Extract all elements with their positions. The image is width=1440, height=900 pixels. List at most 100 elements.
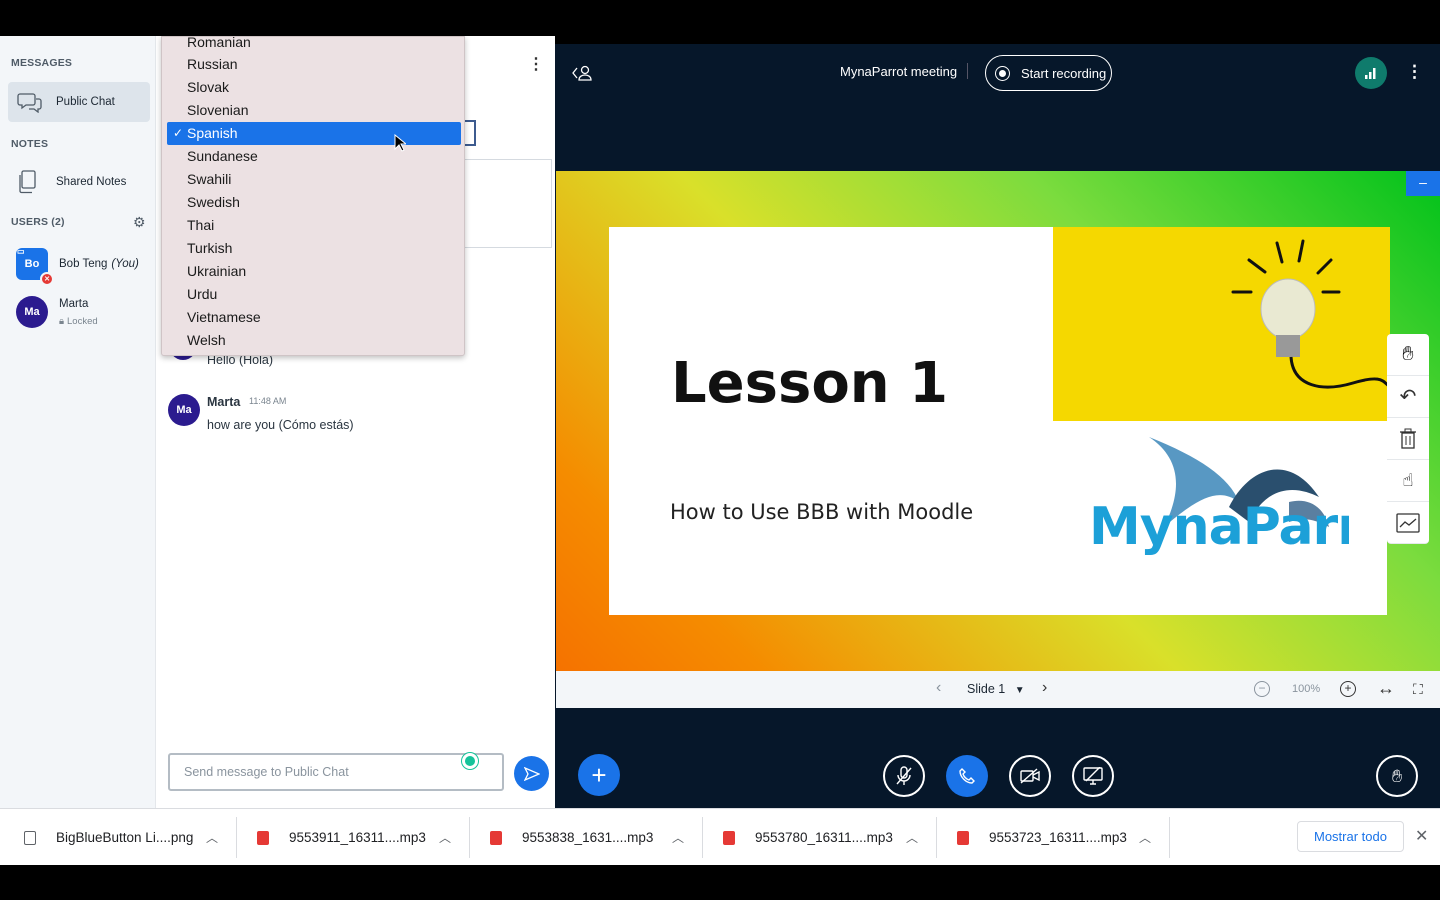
muted-mic-icon: ✕ xyxy=(40,272,54,286)
checkmark-icon: ✓ xyxy=(173,126,184,140)
mynaparrot-logo: MynaParrot xyxy=(1089,427,1349,587)
zoom-level: 100% xyxy=(1292,683,1321,695)
fit-to-width-button[interactable]: ↔ xyxy=(1377,678,1395,699)
messages-section-title: MESSAGES xyxy=(11,57,73,69)
chat-input-placeholder: Send message to Public Chat xyxy=(184,765,349,779)
chevron-up-icon[interactable]: ︿ xyxy=(439,829,451,846)
hand-icon: ✋︎ xyxy=(1402,343,1414,365)
download-item[interactable]: 9553838_1631....mp3 ︿ xyxy=(470,809,703,866)
language-option[interactable]: Romanian xyxy=(187,37,251,54)
chat-message-text: how are you (Cómo estás) xyxy=(207,418,354,432)
language-option-selected[interactable]: ✓ Spanish xyxy=(167,122,461,145)
slide-controls-bar: ‹ Slide 1 ▼ › − 100% + ↔ ⛶ xyxy=(556,671,1440,708)
slide-selector[interactable]: Slide 1 ▼ xyxy=(967,682,1025,696)
lock-icon: 🔒︎ xyxy=(59,316,65,327)
language-option[interactable]: Sundanese xyxy=(187,145,258,168)
download-filename: 9553911_16311....mp3 xyxy=(289,830,426,845)
start-recording-button[interactable]: Start recording xyxy=(985,55,1112,91)
language-option[interactable]: Vietnamese xyxy=(187,306,261,329)
avatar-initials: Ma xyxy=(24,306,40,318)
chevron-up-icon[interactable]: ︿ xyxy=(1139,829,1151,846)
user-list-toggle-icon[interactable] xyxy=(571,64,593,85)
download-item[interactable]: BigBlueButton Li....png ︿ xyxy=(0,809,237,866)
multi-user-whiteboard-button[interactable]: ☝︎ xyxy=(1387,460,1429,502)
download-item[interactable]: 9553780_16311....mp3 ︿ xyxy=(703,809,937,866)
user-status: Locked xyxy=(67,316,98,327)
leave-audio-button[interactable] xyxy=(946,755,988,797)
audio-file-icon xyxy=(490,830,502,845)
meeting-title: MynaParrot meeting xyxy=(840,64,958,79)
chevron-up-icon[interactable]: ︿ xyxy=(906,829,918,846)
zoom-out-button[interactable]: − xyxy=(1254,681,1270,697)
slide-image-lightbulb xyxy=(1053,227,1391,421)
slide: Lesson 1 How to Use BBB with Moodle Myna… xyxy=(609,227,1391,615)
fullscreen-button[interactable]: ⛶ xyxy=(1413,681,1423,698)
share-screen-button[interactable] xyxy=(1072,755,1114,797)
language-option[interactable]: Slovak xyxy=(187,76,229,99)
phone-icon xyxy=(959,768,975,784)
send-icon xyxy=(523,766,540,781)
user-name: Bob Teng xyxy=(59,258,108,270)
download-item[interactable]: 9553723_16311....mp3 ︿ xyxy=(937,809,1170,866)
public-chat-item[interactable]: Public Chat xyxy=(8,82,150,122)
grammarly-icon[interactable] xyxy=(462,753,478,769)
options-menu-icon[interactable]: ⋮ xyxy=(1406,62,1423,82)
language-option[interactable]: Swedish xyxy=(187,191,240,214)
pan-tool-button[interactable]: ✋︎ xyxy=(1387,334,1429,376)
avatar-initials: Ma xyxy=(176,404,192,416)
left-sidebar: MESSAGES Public Chat NOTES Shared Notes … xyxy=(0,36,156,808)
chart-line-icon xyxy=(1396,512,1420,533)
language-option[interactable]: Swahili xyxy=(187,168,231,191)
chevron-up-icon[interactable]: ︿ xyxy=(672,829,684,846)
share-webcam-button[interactable] xyxy=(1009,755,1051,797)
whiteboard-toggle-button[interactable] xyxy=(1387,502,1429,544)
browser-top-bar xyxy=(0,0,1440,36)
audio-file-icon xyxy=(723,830,735,845)
send-button[interactable] xyxy=(514,756,549,791)
chevron-up-icon[interactable]: ︿ xyxy=(206,829,218,846)
chat-input[interactable]: Send message to Public Chat xyxy=(168,753,504,791)
language-option[interactable]: Welsh xyxy=(187,329,226,352)
clear-annotations-button[interactable] xyxy=(1387,418,1429,460)
connection-status-button[interactable] xyxy=(1355,57,1387,89)
chat-time: 11:48 AM xyxy=(249,396,287,406)
minimize-presentation-button[interactable]: – xyxy=(1406,171,1440,196)
shared-notes-item[interactable]: Shared Notes xyxy=(8,162,150,202)
language-option[interactable]: Russian xyxy=(187,53,238,76)
language-option[interactable]: Turkish xyxy=(187,237,232,260)
download-filename: BigBlueButton Li....png xyxy=(56,830,194,845)
avatar: Bo ▭ ✕ xyxy=(16,247,54,286)
audio-file-icon xyxy=(257,830,269,845)
logo-text: MynaParrot xyxy=(1089,497,1349,557)
raise-hand-button[interactable]: ✋︎ xyxy=(1376,755,1418,797)
download-item[interactable]: 9553911_16311....mp3 ︿ xyxy=(237,809,470,866)
language-dropdown-list[interactable]: Romanian Russian Slovak Slovenian ✓ Span… xyxy=(161,36,465,356)
mute-button[interactable] xyxy=(883,755,925,797)
language-option[interactable]: Urdu xyxy=(187,283,217,306)
show-all-downloads-button[interactable]: Mostrar todo xyxy=(1297,821,1404,852)
signal-bars-icon xyxy=(1365,68,1376,79)
chat-options-icon[interactable]: ⋮ xyxy=(528,54,544,74)
plus-icon: + xyxy=(591,759,607,790)
zoom-in-button[interactable]: + xyxy=(1340,681,1356,697)
previous-slide-button[interactable]: ‹ xyxy=(936,679,941,697)
next-slide-button[interactable]: › xyxy=(1042,679,1047,697)
actions-plus-button[interactable]: + xyxy=(578,754,620,796)
language-option[interactable]: Thai xyxy=(187,214,214,237)
avatar: Ma xyxy=(168,394,200,426)
image-file-icon xyxy=(24,830,36,845)
downloads-bar: BigBlueButton Li....png ︿ 9553911_16311.… xyxy=(0,808,1440,865)
chevron-down-icon: ▼ xyxy=(1014,685,1025,696)
language-option[interactable]: Slovenian xyxy=(187,99,249,122)
undo-button[interactable]: ↶ xyxy=(1387,376,1429,418)
user-item-marta[interactable]: Ma Marta 🔒︎ Locked xyxy=(16,296,156,332)
chat-bubbles-icon xyxy=(17,93,42,113)
slide-title: Lesson 1 xyxy=(671,351,949,416)
gear-icon[interactable]: ⚙ xyxy=(133,214,146,231)
video-off-icon xyxy=(1020,768,1040,784)
public-chat-label: Public Chat xyxy=(56,96,115,108)
language-option[interactable]: Ukrainian xyxy=(187,260,246,283)
users-section-title: USERS (2) xyxy=(11,216,65,228)
user-item-bob[interactable]: Bo ▭ ✕ Bob Teng (You) xyxy=(16,246,156,286)
close-downloads-icon[interactable]: ✕ xyxy=(1415,826,1428,846)
